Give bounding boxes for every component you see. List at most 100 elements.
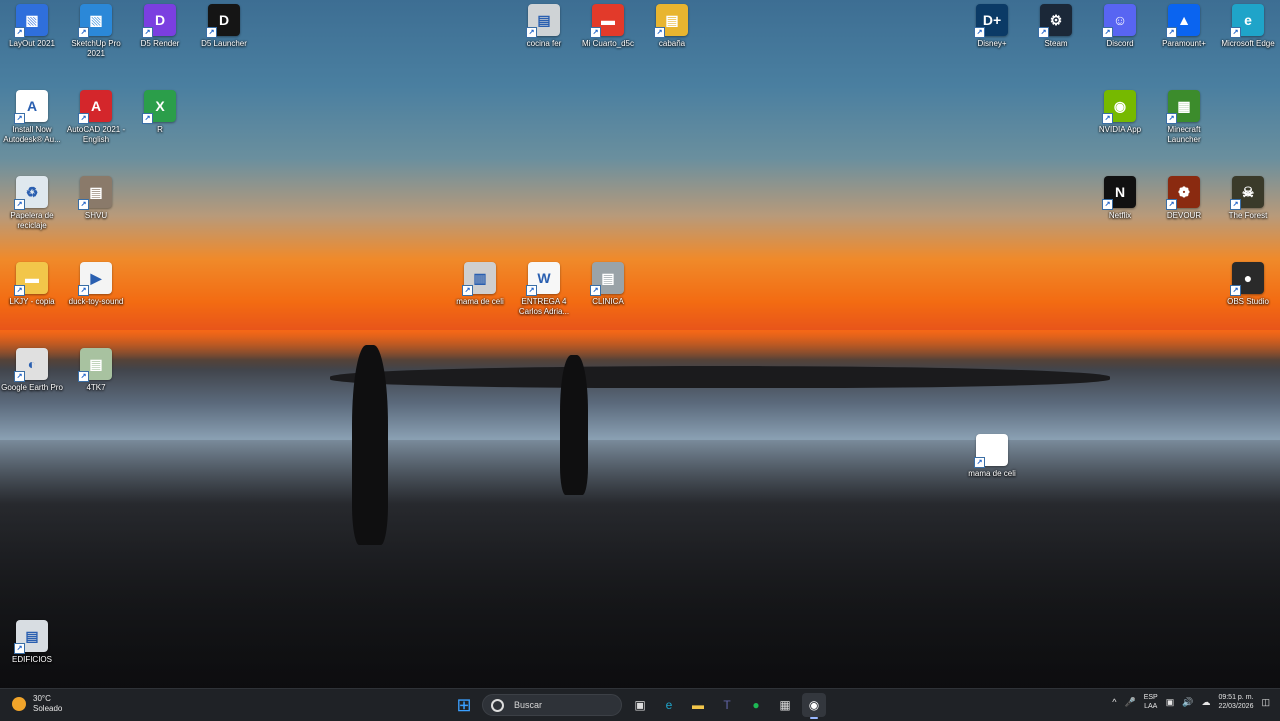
- desktop-item-label: Google Earth Pro: [1, 383, 63, 392]
- duck-toy-sound-icon: ▶ ↗: [78, 262, 112, 296]
- shortcut-arrow-icon: ↗: [1230, 285, 1241, 296]
- desktop-item-label: LKJY - copia: [9, 297, 55, 306]
- netflix-icon: N ↗: [1102, 176, 1136, 210]
- desktop-item-label: DEVOUR: [1166, 211, 1202, 220]
- volume-icon[interactable]: 🔊: [1182, 697, 1193, 708]
- shortcut-arrow-icon: ↗: [14, 285, 25, 296]
- search-box[interactable]: Buscar: [482, 694, 622, 716]
- desktop-item-label: cabaña: [658, 39, 686, 48]
- desktop-item-lkjy-copia[interactable]: ▬ ↗ LKJY - copia: [0, 262, 64, 307]
- file-explorer-icon[interactable]: ▬: [686, 693, 710, 717]
- weather-widget[interactable]: 30°C Soleado: [12, 694, 62, 714]
- shortcut-arrow-icon: ↗: [14, 199, 25, 210]
- desktop-item-netflix[interactable]: N ↗ Netflix: [1088, 176, 1152, 221]
- desktop-item-label: D5 Render: [140, 39, 180, 48]
- shortcut-arrow-icon: ↗: [14, 643, 25, 654]
- desktop-item-label: ENTREGA 4 Carlos Adria...: [518, 297, 570, 316]
- desktop-item-mi-cuarto[interactable]: ▬ ↗ Mi Cuarto_d5c: [576, 4, 640, 49]
- mi-cuarto-icon: ▬ ↗: [590, 4, 624, 38]
- desktop-item-label: OBS Studio: [1227, 297, 1269, 306]
- desktop-item-steam[interactable]: ⚙ ↗ Steam: [1024, 4, 1088, 49]
- silhouette-girl: [560, 355, 588, 495]
- desktop-item-discord[interactable]: ☺ ↗ Discord: [1088, 4, 1152, 49]
- devour-icon: ❁ ↗: [1166, 176, 1200, 210]
- desktop-item-google-earth-pro[interactable]: ◐ ↗ Google Earth Pro: [0, 348, 64, 393]
- d5-launcher-icon: D ↗: [206, 4, 240, 38]
- desktop-item-label: Minecraft Launcher: [1167, 125, 1201, 144]
- desktop-item-minecraft-launcher[interactable]: ▦ ↗ Minecraft Launcher: [1152, 90, 1216, 145]
- desktop-item-nvidia-app[interactable]: ◉ ↗ NVIDIA App: [1088, 90, 1152, 135]
- display-icon[interactable]: ▣: [1166, 697, 1175, 708]
- input-language[interactable]: ESP LAA: [1144, 693, 1158, 711]
- desktop-item-recycle-bin[interactable]: ♻ ↗ Papelera de reciclaje: [0, 176, 64, 231]
- show-hidden-icons-chevron[interactable]: ^: [1112, 697, 1116, 707]
- desktop-item-d5-render[interactable]: D ↗ D5 Render: [128, 4, 192, 49]
- shortcut-arrow-icon: ↗: [1102, 113, 1113, 124]
- weather-desc: Soleado: [33, 704, 63, 713]
- desktop-item-duck-toy-sound[interactable]: ▶ ↗ duck-toy-sound: [64, 262, 128, 307]
- install-autodesk-icon: A ↗: [14, 90, 48, 124]
- edge-taskbar-icon[interactable]: e: [657, 693, 681, 717]
- disney-plus-icon: D+ ↗: [974, 4, 1008, 38]
- sunset-glow: [0, 330, 1280, 370]
- desktop-item-label: AutoCAD 2021 - English: [66, 125, 126, 144]
- desktop-item-cocina-fer[interactable]: ▤ ↗ cocina fer: [512, 4, 576, 49]
- active-indicator: [810, 717, 818, 719]
- desktop-item-label: Mi Cuarto_d5c: [581, 39, 635, 48]
- desktop-item-install-autodesk[interactable]: A ↗ Install Now Autodesk® Au...: [0, 90, 64, 145]
- start-button[interactable]: ⊞: [452, 693, 476, 717]
- desktop-item-label: SHVU: [84, 211, 108, 220]
- desktop-item-label: CLINICA: [592, 297, 624, 306]
- desktop-item-entrega-word[interactable]: W ↗ ENTREGA 4 Carlos Adria...: [512, 262, 576, 317]
- clock-date: 22/03/2026: [1218, 703, 1254, 710]
- desktop-item-sketchup-pro-2021[interactable]: ▧ ↗ SketchUp Pro 2021: [64, 4, 128, 59]
- sun-icon: [12, 697, 26, 711]
- system-tray: ^ 🎤 ESP LAA ▣ 🔊 ☁ 09:51 p. m. 22/03/2026…: [1112, 693, 1270, 711]
- desktop-item-shvu[interactable]: ▤ ↗ SHVU: [64, 176, 128, 221]
- spotify-icon[interactable]: ●: [744, 693, 768, 717]
- desktop-item-label: The Forest: [1228, 211, 1268, 220]
- network-icon[interactable]: ☁: [1201, 697, 1210, 708]
- desktop-item-devour[interactable]: ❁ ↗ DEVOUR: [1152, 176, 1216, 221]
- teams-icon[interactable]: T: [715, 693, 739, 717]
- notifications-icon[interactable]: ◫: [1261, 697, 1270, 708]
- desktop-item-edificios[interactable]: ▤ ↗ EDIFICIOS: [0, 620, 64, 665]
- shortcut-arrow-icon: ↗: [142, 113, 153, 124]
- recycle-bin-icon: ♻ ↗: [14, 176, 48, 210]
- task-view-icon[interactable]: ▣: [628, 693, 652, 717]
- desktop-item-d5-launcher[interactable]: D ↗ D5 Launcher: [192, 4, 256, 49]
- shortcut-arrow-icon: ↗: [590, 27, 601, 38]
- autocad-2021-icon: A ↗: [78, 90, 112, 124]
- desktop-item-mama-de-celi[interactable]: ▥ ↗ mama de celi: [448, 262, 512, 307]
- desktop-item-microsoft-edge[interactable]: e ↗ Microsoft Edge: [1216, 4, 1280, 49]
- google-earth-pro-icon: ◐ ↗: [14, 348, 48, 382]
- steam-icon: ⚙ ↗: [1038, 4, 1072, 38]
- desktop-item-label: EDIFICIOS: [11, 655, 52, 664]
- desktop-item-label: NVIDIA App: [1098, 125, 1142, 134]
- desktop-item-4tk7[interactable]: ▤ ↗ 4TK7: [64, 348, 128, 393]
- desktop-item-autocad-2021[interactable]: A ↗ AutoCAD 2021 - English: [64, 90, 128, 145]
- desktop-item-r-file[interactable]: X ↗ R: [128, 90, 192, 135]
- desktop-item-obs-studio[interactable]: ● ↗ OBS Studio: [1216, 262, 1280, 307]
- lkjy-copia-icon: ▬ ↗: [14, 262, 48, 296]
- shortcut-arrow-icon: ↗: [1230, 27, 1241, 38]
- desktop-item-label: cocina fer: [526, 39, 562, 48]
- sandbar: [330, 366, 1110, 388]
- microsoft-store-icon[interactable]: ▦: [773, 693, 797, 717]
- desktop-item-mama-de-celi-dragged[interactable]: ↗ mama de celi: [960, 434, 1024, 479]
- taskbar-center: ⊞ Buscar ▣ e ▬ T ● ▦ ◉: [452, 693, 826, 719]
- shortcut-arrow-icon: ↗: [974, 27, 985, 38]
- shortcut-arrow-icon: ↗: [590, 285, 601, 296]
- desktop-item-paramount-plus[interactable]: ▲ ↗ Paramount+: [1152, 4, 1216, 49]
- desktop-item-cabana[interactable]: ▤ ↗ cabaña: [640, 4, 704, 49]
- clock[interactable]: 09:51 p. m. 22/03/2026: [1218, 693, 1253, 711]
- desktop-item-clinica[interactable]: ▤ ↗ CLINICA: [576, 262, 640, 307]
- beach: [0, 440, 1280, 688]
- desktop-item-disney-plus[interactable]: D+ ↗ Disney+: [960, 4, 1024, 49]
- lang-layout: LAA: [1144, 703, 1158, 710]
- shortcut-arrow-icon: ↗: [526, 285, 537, 296]
- desktop-item-layout-2021[interactable]: ▧ ↗ LayOut 2021: [0, 4, 64, 49]
- obs-taskbar-icon[interactable]: ◉: [802, 693, 826, 719]
- desktop-item-the-forest[interactable]: ☠ ↗ The Forest: [1216, 176, 1280, 221]
- microphone-icon[interactable]: 🎤: [1124, 697, 1135, 708]
